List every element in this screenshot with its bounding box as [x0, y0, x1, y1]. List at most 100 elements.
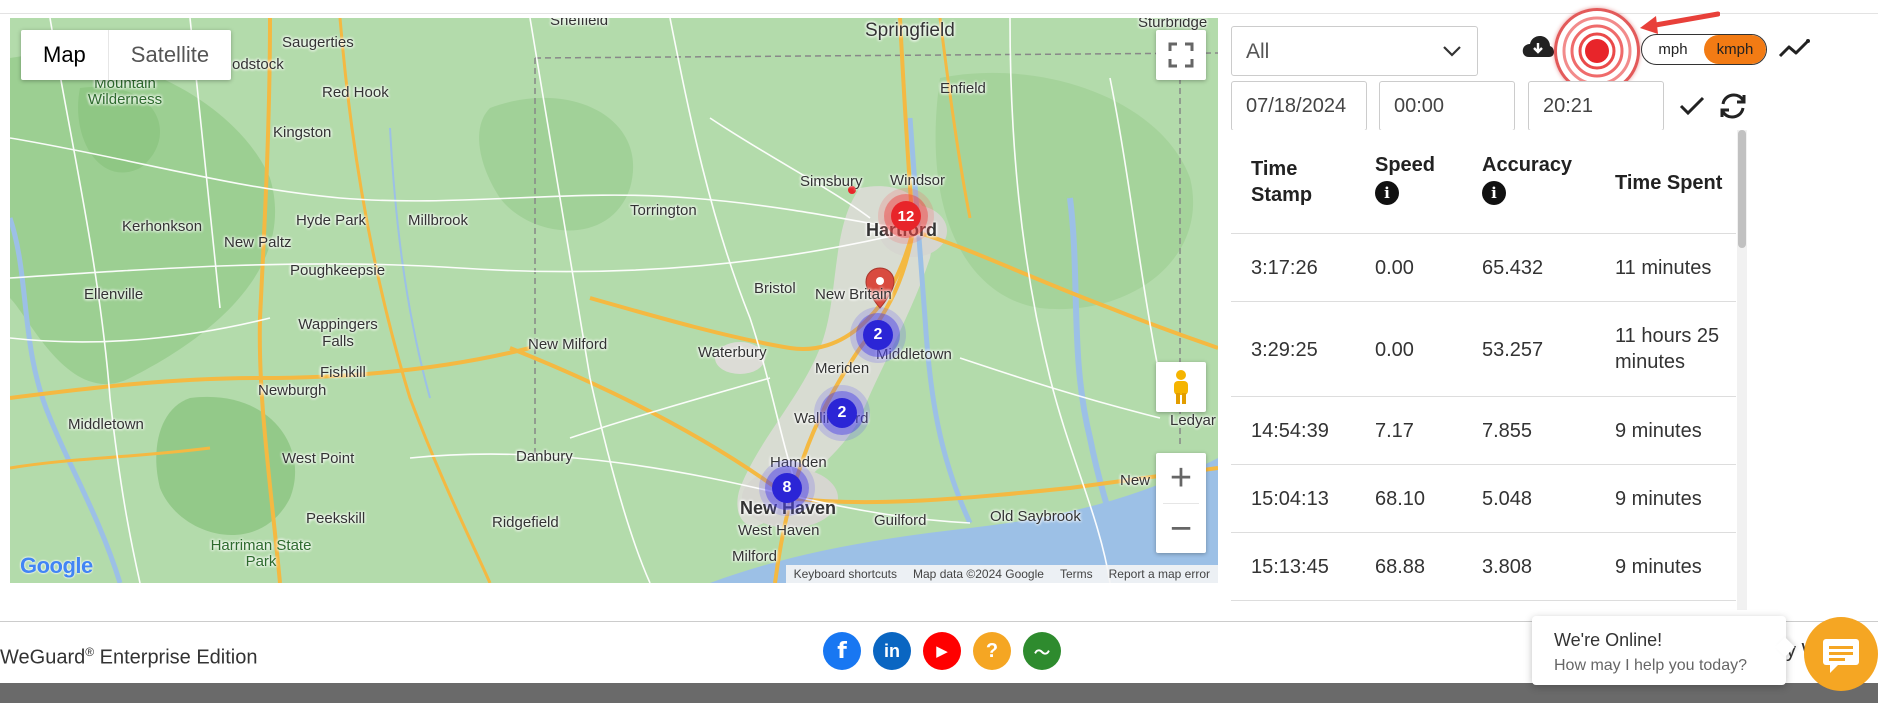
bottom-bar: [0, 683, 1878, 703]
table-scrollbar[interactable]: [1737, 130, 1747, 610]
chat-icon: [1823, 639, 1859, 673]
map-label: Sheffield: [550, 18, 609, 29]
cell-accuracy: 53.257: [1482, 339, 1544, 361]
filter-select[interactable]: All: [1231, 26, 1478, 76]
map-cluster-marker[interactable]: 12: [891, 201, 921, 231]
table-row[interactable]: 3:17:26 0.00 65.432 11 minutes: [1231, 234, 1736, 302]
zoom-control: + −: [1156, 453, 1206, 553]
unit-mph-option[interactable]: mph: [1642, 35, 1704, 64]
google-logo: Google: [20, 553, 93, 578]
zoom-out-button[interactable]: −: [1156, 504, 1206, 554]
map-data-text: Map data ©2024 Google: [913, 567, 1044, 581]
pegman-icon: [1174, 370, 1188, 404]
radar-icon: [1562, 16, 1632, 86]
registered-mark: ®: [85, 645, 95, 659]
map-label: Kerhonkson: [122, 218, 203, 235]
fullscreen-button[interactable]: [1156, 30, 1206, 80]
map-type-satellite-button[interactable]: Satellite: [109, 30, 231, 80]
map-label: Poughkeepsie: [290, 262, 386, 279]
terms-link[interactable]: Terms: [1052, 565, 1101, 583]
unit-kmph-option[interactable]: kmph: [1704, 35, 1766, 64]
map-label: odstock: [232, 56, 284, 73]
table-row[interactable]: 3:29:25 0.00 53.257 11 hours 25 minutes: [1231, 302, 1736, 397]
trend-chart-icon[interactable]: [1778, 36, 1812, 62]
map-label: Kingston: [273, 124, 332, 141]
map-label: Torrington: [630, 202, 697, 219]
brand-edition: Enterprise Edition: [94, 646, 258, 669]
street-view-pegman-button[interactable]: [1156, 362, 1206, 412]
cell-accuracy: 5.048: [1482, 488, 1533, 510]
cell-time-spent: 11 minutes: [1615, 257, 1712, 279]
footer-brand: WeGuard® Enterprise Edition: [0, 645, 258, 670]
header-speed-label: Speed: [1375, 154, 1436, 176]
header-speed: Speed i: [1375, 152, 1435, 205]
map-label: Springfield: [865, 20, 955, 41]
chat-title: We're Online!: [1554, 630, 1663, 650]
map-cluster-marker[interactable]: 2: [863, 320, 893, 350]
refresh-icon[interactable]: [1718, 92, 1748, 120]
report-map-error-link[interactable]: Report a map error: [1101, 565, 1218, 583]
table-row[interactable]: 15:04:13 68.10 5.048 9 minutes: [1231, 465, 1736, 533]
table-scrollbar-thumb[interactable]: [1738, 130, 1746, 248]
map-label: New Britain: [815, 286, 892, 303]
filter-select-value: All: [1246, 40, 1270, 63]
speed-unit-toggle[interactable]: mph kmph: [1641, 34, 1767, 65]
header-accuracy: Accuracy i: [1482, 152, 1572, 205]
cell-time-spent: 9 minutes: [1615, 420, 1702, 442]
cloud-download-icon[interactable]: [1521, 33, 1555, 63]
map-label: Red Hook: [322, 84, 389, 101]
cell-accuracy: 65.432: [1482, 257, 1544, 279]
youtube-icon[interactable]: ▶: [923, 632, 961, 670]
accuracy-info-icon[interactable]: i: [1482, 181, 1506, 205]
map-label: New: [1120, 472, 1151, 489]
cell-timestamp: 15:04:13: [1251, 488, 1329, 510]
map-cluster-marker[interactable]: 8: [772, 473, 802, 503]
cell-speed: 68.10: [1375, 488, 1426, 510]
zoom-in-button[interactable]: +: [1156, 453, 1206, 503]
cell-timestamp: 3:17:26: [1251, 257, 1318, 279]
map-attribution: Keyboard shortcuts Map data ©2024 Google…: [785, 565, 1218, 583]
map-label: Harriman State Park: [210, 537, 312, 570]
cell-timestamp: 15:13:45: [1251, 556, 1329, 578]
end-time-input[interactable]: 20:21: [1528, 81, 1664, 131]
map-label: Bristol: [754, 280, 796, 297]
cell-timestamp: 3:29:25: [1251, 339, 1318, 361]
map-label: Saugerties: [282, 34, 354, 51]
table-row[interactable]: 15:13:45 68.88 3.808 9 minutes: [1231, 533, 1736, 601]
chat-launcher-button[interactable]: [1804, 617, 1878, 691]
header-timestamp: Time Stamp: [1251, 158, 1313, 206]
header-accuracy-label: Accuracy: [1482, 154, 1573, 176]
speed-info-icon[interactable]: i: [1375, 181, 1399, 205]
cell-speed: 0.00: [1375, 339, 1414, 361]
location-history-table: Time Stamp Speed i Accuracy i Time Spent…: [1231, 130, 1746, 612]
linkedin-icon[interactable]: in: [873, 632, 911, 670]
facebook-icon[interactable]: f: [823, 632, 861, 670]
cell-time-spent: 11 hours 25 minutes: [1615, 325, 1720, 373]
start-time-input[interactable]: 00:00: [1379, 81, 1515, 131]
cell-speed: 0.00: [1375, 257, 1414, 279]
map-type-map-button[interactable]: Map: [21, 30, 109, 80]
table-header: Time Stamp Speed i Accuracy i Time Spent: [1231, 130, 1736, 234]
map-label: Waterbury: [698, 344, 767, 361]
check-icon[interactable]: [1678, 93, 1706, 119]
map-label: Guilford: [874, 512, 927, 529]
pulse-icon[interactable]: 〜: [1023, 632, 1061, 670]
map-cluster-marker[interactable]: 2: [827, 398, 857, 428]
app-root: Sheffield Springfield Sturbridge Saugert…: [0, 0, 1878, 703]
map-label: Old Saybrook: [990, 508, 1081, 525]
table-row[interactable]: 14:54:39 7.17 7.855 9 minutes: [1231, 397, 1736, 465]
map-label: Ledyar: [1170, 412, 1216, 429]
cell-accuracy: 3.808: [1482, 556, 1533, 578]
map-label: Simsbury: [800, 173, 863, 190]
keyboard-shortcuts-link[interactable]: Keyboard shortcuts: [786, 565, 905, 583]
header-time-spent: Time Spent: [1615, 172, 1723, 194]
map-label: West Haven: [738, 522, 820, 539]
chat-popup[interactable]: We're Online! How may I help you today?: [1532, 616, 1786, 685]
map-label: Middletown: [68, 416, 144, 433]
help-icon[interactable]: ?: [973, 632, 1011, 670]
map-type-control: Map Satellite: [21, 30, 232, 80]
map-view[interactable]: Sheffield Springfield Sturbridge Saugert…: [10, 18, 1218, 583]
cell-time-spent: 9 minutes: [1615, 488, 1702, 510]
cell-speed: 7.17: [1375, 420, 1414, 442]
date-input[interactable]: 07/18/2024: [1231, 81, 1367, 131]
